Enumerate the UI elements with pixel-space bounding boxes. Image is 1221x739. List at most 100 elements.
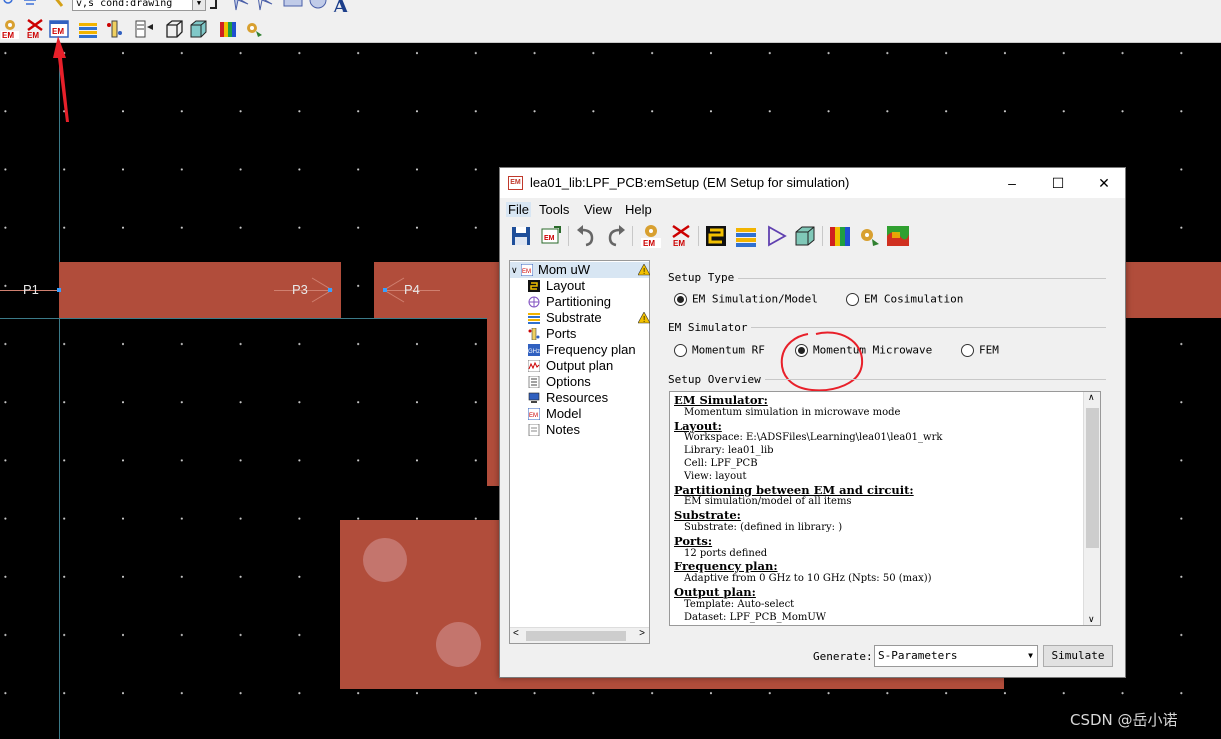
overview-detail: View: layout — [684, 470, 747, 482]
radio-momentum-rf[interactable]: Momentum RF — [674, 343, 765, 357]
warning-icon: ! — [638, 264, 650, 276]
setup-overview-text[interactable]: EM Simulator: Momentum simulation in micr… — [669, 391, 1101, 626]
scroll-left-icon[interactable]: < — [513, 628, 519, 639]
tree-item-substrate[interactable]: Substrate ! — [528, 310, 650, 326]
radio-em-simulation-model[interactable]: EM Simulation/Model — [674, 292, 818, 306]
em-gear-icon[interactable]: EM — [0, 19, 20, 39]
radio-button[interactable] — [846, 292, 859, 306]
maximize-button[interactable]: ☐ — [1035, 168, 1081, 198]
3d-view-icon[interactable] — [793, 224, 817, 248]
window-title: lea01_lib:LPF_PCB:emSetup (EM Setup for … — [530, 175, 850, 190]
save-icon[interactable] — [509, 224, 533, 248]
overview-content: EM Simulator: Momentum simulation in micr… — [674, 394, 1082, 624]
model-icon: EM — [528, 408, 540, 420]
port-p3-pin — [328, 288, 332, 292]
substrate-icon[interactable] — [78, 19, 98, 39]
overview-heading: Frequency plan: — [674, 559, 778, 574]
menu-tools[interactable]: Tools — [539, 202, 569, 217]
undo-icon[interactable] — [574, 224, 598, 248]
scroll-up-icon[interactable]: ∧ — [1088, 392, 1095, 403]
tree-horizontal-scrollbar[interactable]: < > — [510, 627, 649, 643]
menu-view[interactable]: View — [584, 202, 612, 217]
generate-value: S-Parameters — [878, 649, 958, 662]
port-p4-pin — [383, 288, 387, 292]
notes-icon — [528, 424, 540, 436]
cosim-gear-icon[interactable] — [244, 19, 264, 39]
chevron-down-icon[interactable]: ▼ — [1028, 646, 1033, 666]
layer-condition-combo[interactable]: v,s cond:drawing ▼ — [72, 0, 206, 11]
options-icon — [528, 376, 540, 388]
via-2[interactable] — [436, 622, 481, 667]
overview-heading: EM Simulator: — [674, 393, 768, 407]
em-setup-dialog: EM lea01_lib:LPF_PCB:emSetup (EM Setup f… — [499, 167, 1126, 678]
port-editor-icon[interactable] — [104, 19, 124, 39]
port-p4-label[interactable]: P4 — [404, 282, 420, 297]
menu-file[interactable]: File — [506, 202, 531, 217]
redo-icon[interactable] — [604, 224, 628, 248]
tree-root-mom-uw[interactable]: ∨ EM Mom uW ! — [510, 262, 650, 278]
svg-text:EM: EM — [2, 31, 14, 39]
em-clear-icon[interactable]: EM — [25, 19, 45, 39]
layout-icon — [528, 280, 540, 292]
field-plot-icon[interactable] — [886, 224, 910, 248]
setup-type-title: Setup Type — [668, 271, 739, 284]
svg-text:EM: EM — [673, 239, 685, 248]
port-p3-label[interactable]: P3 — [292, 282, 308, 297]
overview-heading: Output plan: — [674, 584, 756, 599]
layout-icon[interactable] — [704, 224, 728, 248]
radio-button[interactable] — [961, 343, 974, 357]
layer-condition-value: v,s cond:drawing — [76, 0, 173, 9]
port-p1-pin — [57, 288, 61, 292]
menu-bar: File Tools View Help — [500, 198, 1125, 220]
overview-detail: Workspace: E:\ADSFiles\Learning\lea01\le… — [684, 432, 943, 444]
overview-detail: Dataset: LPF_PCB_MomUW — [684, 611, 827, 623]
radio-fem[interactable]: FEM — [961, 343, 999, 357]
ground-pad-bottom[interactable] — [500, 678, 1004, 689]
trace-right[interactable] — [1126, 262, 1221, 318]
radio-button[interactable] — [674, 343, 687, 357]
overview-heading: Layout: — [674, 418, 722, 433]
text-tool-icon[interactable]: A — [333, 0, 349, 12]
scroll-thumb[interactable] — [526, 631, 626, 641]
radio-button[interactable] — [674, 292, 687, 306]
watermark: CSDN @岳小诺 — [1070, 711, 1178, 729]
radio-em-cosimulation[interactable]: EM Cosimulation — [846, 292, 963, 306]
ground-pad[interactable] — [340, 520, 500, 689]
3d-box-icon[interactable] — [164, 19, 184, 39]
chevron-down-icon[interactable]: ▼ — [192, 0, 205, 10]
generate-select[interactable]: S-Parameters ▼ — [874, 645, 1038, 667]
overview-detail: Template: Auto-select — [684, 598, 795, 610]
partitioning-icon — [528, 296, 540, 308]
em-clear-icon[interactable]: EM — [669, 224, 693, 248]
expand-chevron-icon[interactable]: ∨ — [511, 262, 518, 278]
3d-view-icon[interactable] — [188, 19, 208, 39]
close-button[interactable]: ✕ — [1081, 168, 1127, 198]
port-p1-label[interactable]: P1 — [23, 282, 39, 297]
menu-help[interactable]: Help — [625, 202, 652, 217]
options-list-icon[interactable] — [134, 19, 154, 39]
svg-text:EM: EM — [522, 269, 531, 275]
drawing-tools-icons[interactable] — [2, 0, 66, 10]
em-export-icon[interactable]: EM — [539, 224, 563, 248]
output-plan-icon — [528, 360, 540, 372]
color-spectrum-icon[interactable] — [828, 224, 852, 248]
overview-vertical-scrollbar[interactable]: ∧ ∨ — [1083, 392, 1100, 625]
scroll-down-icon[interactable]: ∨ — [1088, 614, 1095, 625]
resources-icon — [528, 392, 540, 403]
title-bar[interactable]: EM lea01_lib:LPF_PCB:emSetup (EM Setup f… — [500, 168, 1125, 198]
overview-detail: Library: lea01_lib — [684, 445, 774, 457]
minimize-button[interactable]: – — [989, 168, 1035, 198]
svg-text:!: ! — [643, 315, 645, 324]
scroll-right-icon[interactable]: > — [639, 628, 645, 639]
dialog-toolbar: EM EM EM — [500, 220, 1125, 254]
simulate-button[interactable]: Simulate — [1043, 645, 1113, 667]
substrate-icon[interactable] — [734, 224, 758, 248]
play-triangle-icon[interactable] — [764, 224, 788, 248]
scroll-thumb[interactable] — [1086, 408, 1099, 548]
cosim-gear-icon[interactable] — [857, 224, 881, 248]
via-1[interactable] — [363, 538, 407, 582]
em-simulate-gear-icon[interactable]: EM — [639, 224, 663, 248]
color-spectrum-icon[interactable] — [218, 19, 238, 39]
overview-detail: Substrate: (defined in library: ) — [684, 521, 843, 533]
overview-heading: Substrate: — [674, 508, 741, 523]
